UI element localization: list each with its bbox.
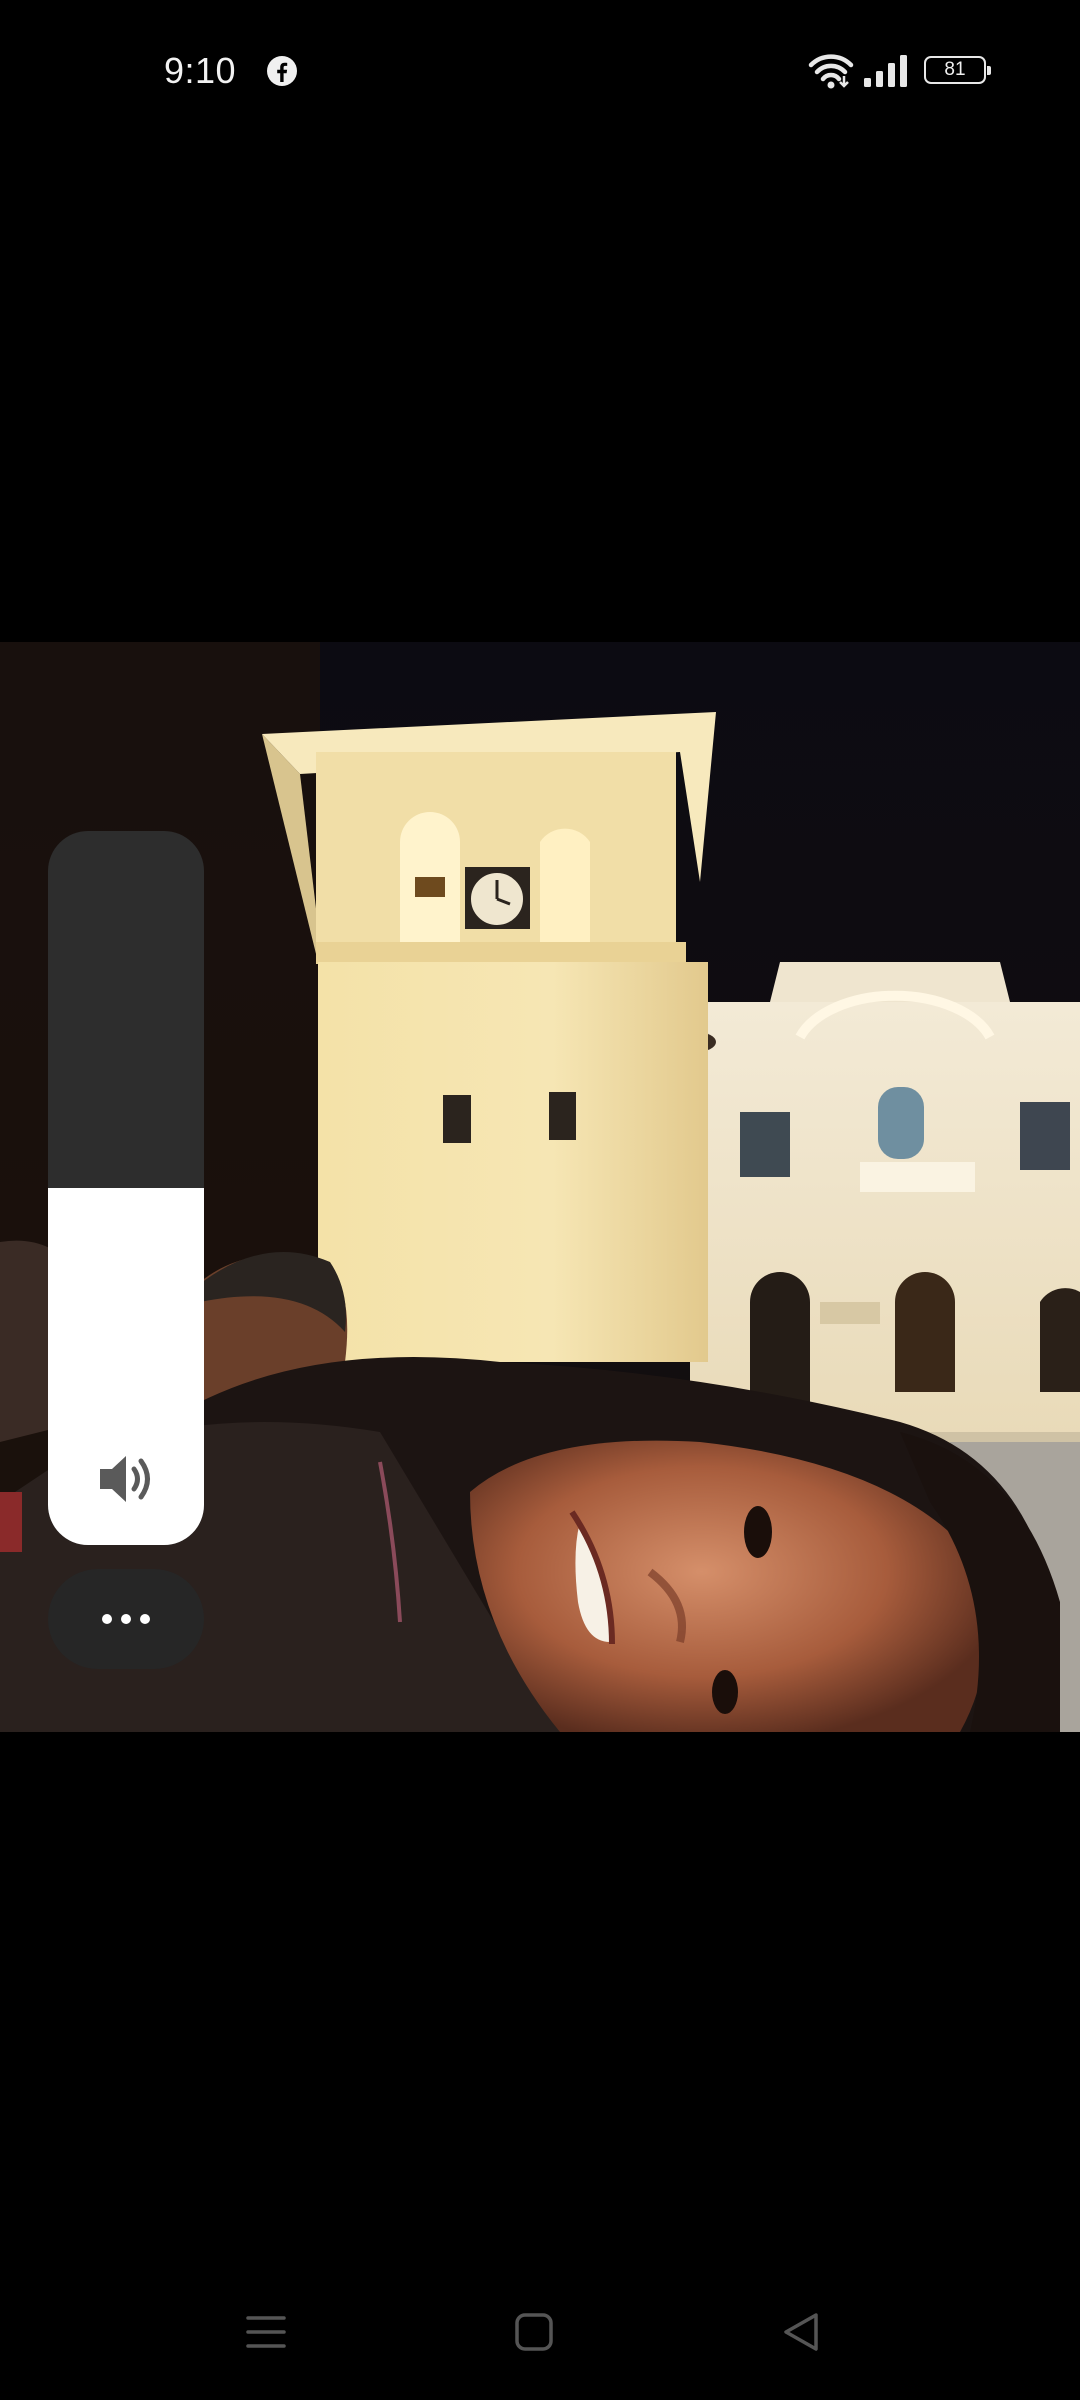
back-icon[interactable]: [780, 2310, 824, 2354]
cellular-signal-icon: [864, 55, 907, 87]
speaker-icon[interactable]: [96, 1451, 156, 1507]
menu-icon[interactable]: [244, 2310, 288, 2354]
more-dot: [140, 1614, 150, 1624]
volume-slider[interactable]: [48, 831, 204, 1545]
status-time: 9:10: [164, 50, 237, 91]
battery-icon: 81: [924, 56, 991, 84]
more-horizontal-icon: [102, 1614, 112, 1624]
volume-more-button[interactable]: [48, 1569, 204, 1669]
battery-level: 81: [944, 59, 966, 80]
wifi-icon: [808, 54, 854, 89]
navigation-bar: [0, 2280, 1080, 2390]
home-icon[interactable]: [512, 2310, 556, 2354]
more-dot: [121, 1614, 131, 1624]
facebook-icon: [267, 56, 297, 86]
status-bar: 9:10 81: [0, 0, 1080, 150]
